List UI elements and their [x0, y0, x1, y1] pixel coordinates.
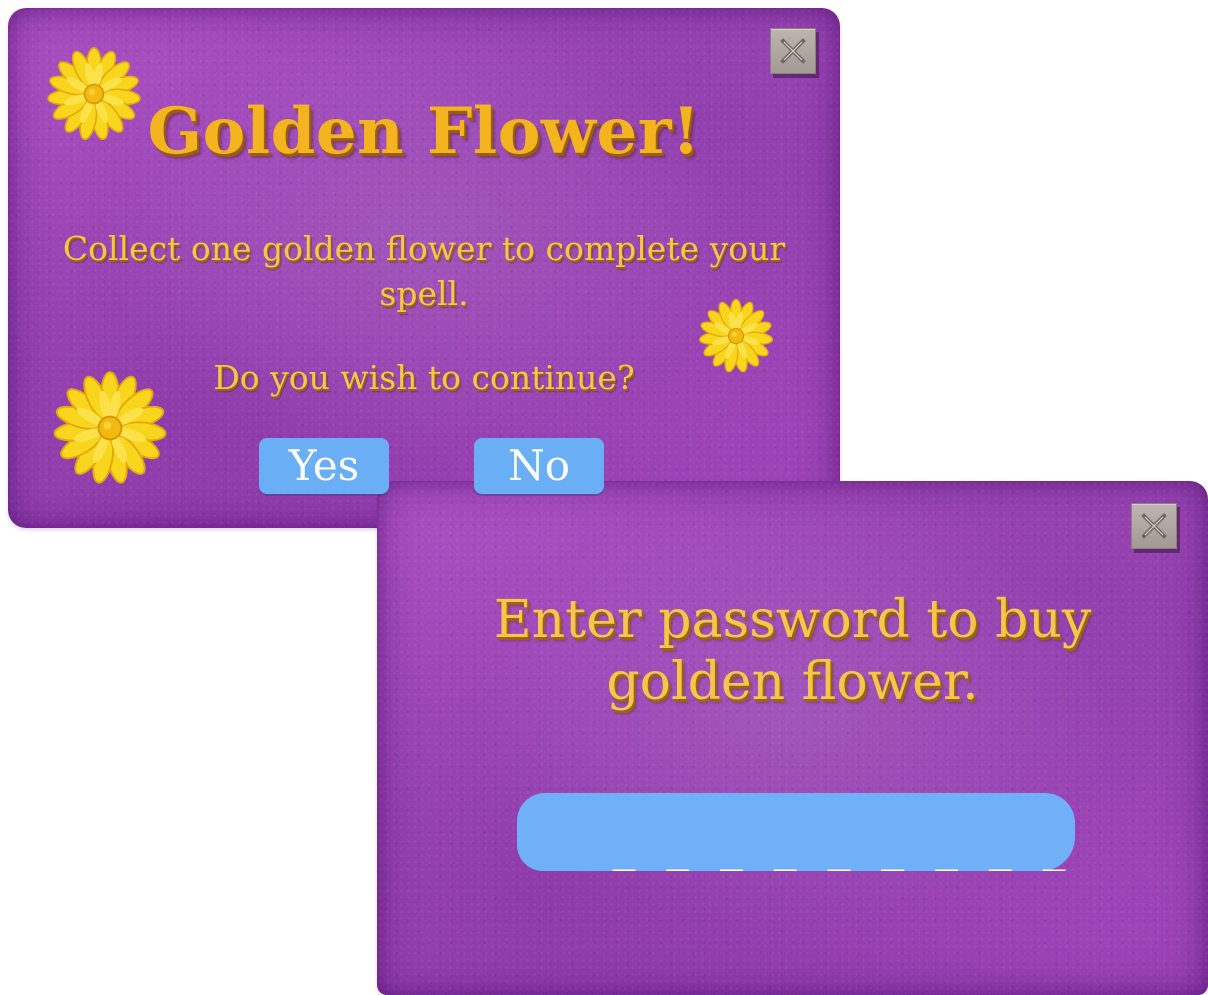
close-icon: [1141, 513, 1167, 539]
no-button[interactable]: No: [474, 438, 604, 494]
dialog-message: Collect one golden flower to complete yo…: [62, 229, 786, 313]
golden-flower-dialog: Golden Flower! Collect one golden flower…: [8, 8, 840, 528]
close-button[interactable]: [770, 28, 816, 74]
password-prompt: Enter password to buy golden flower.: [493, 590, 1092, 712]
yes-button[interactable]: Yes: [259, 438, 389, 494]
close-button[interactable]: [1131, 503, 1177, 549]
close-icon: [780, 38, 806, 64]
password-mask: _ _ _ _ _ _ _ _ _: [612, 827, 1070, 871]
dialog-title: Golden Flower!: [147, 94, 701, 169]
password-dialog: Enter password to buy golden flower. _ _…: [377, 481, 1208, 995]
dialog-question: Do you wish to continue?: [213, 358, 635, 397]
password-input[interactable]: _ _ _ _ _ _ _ _ _: [517, 793, 1075, 871]
